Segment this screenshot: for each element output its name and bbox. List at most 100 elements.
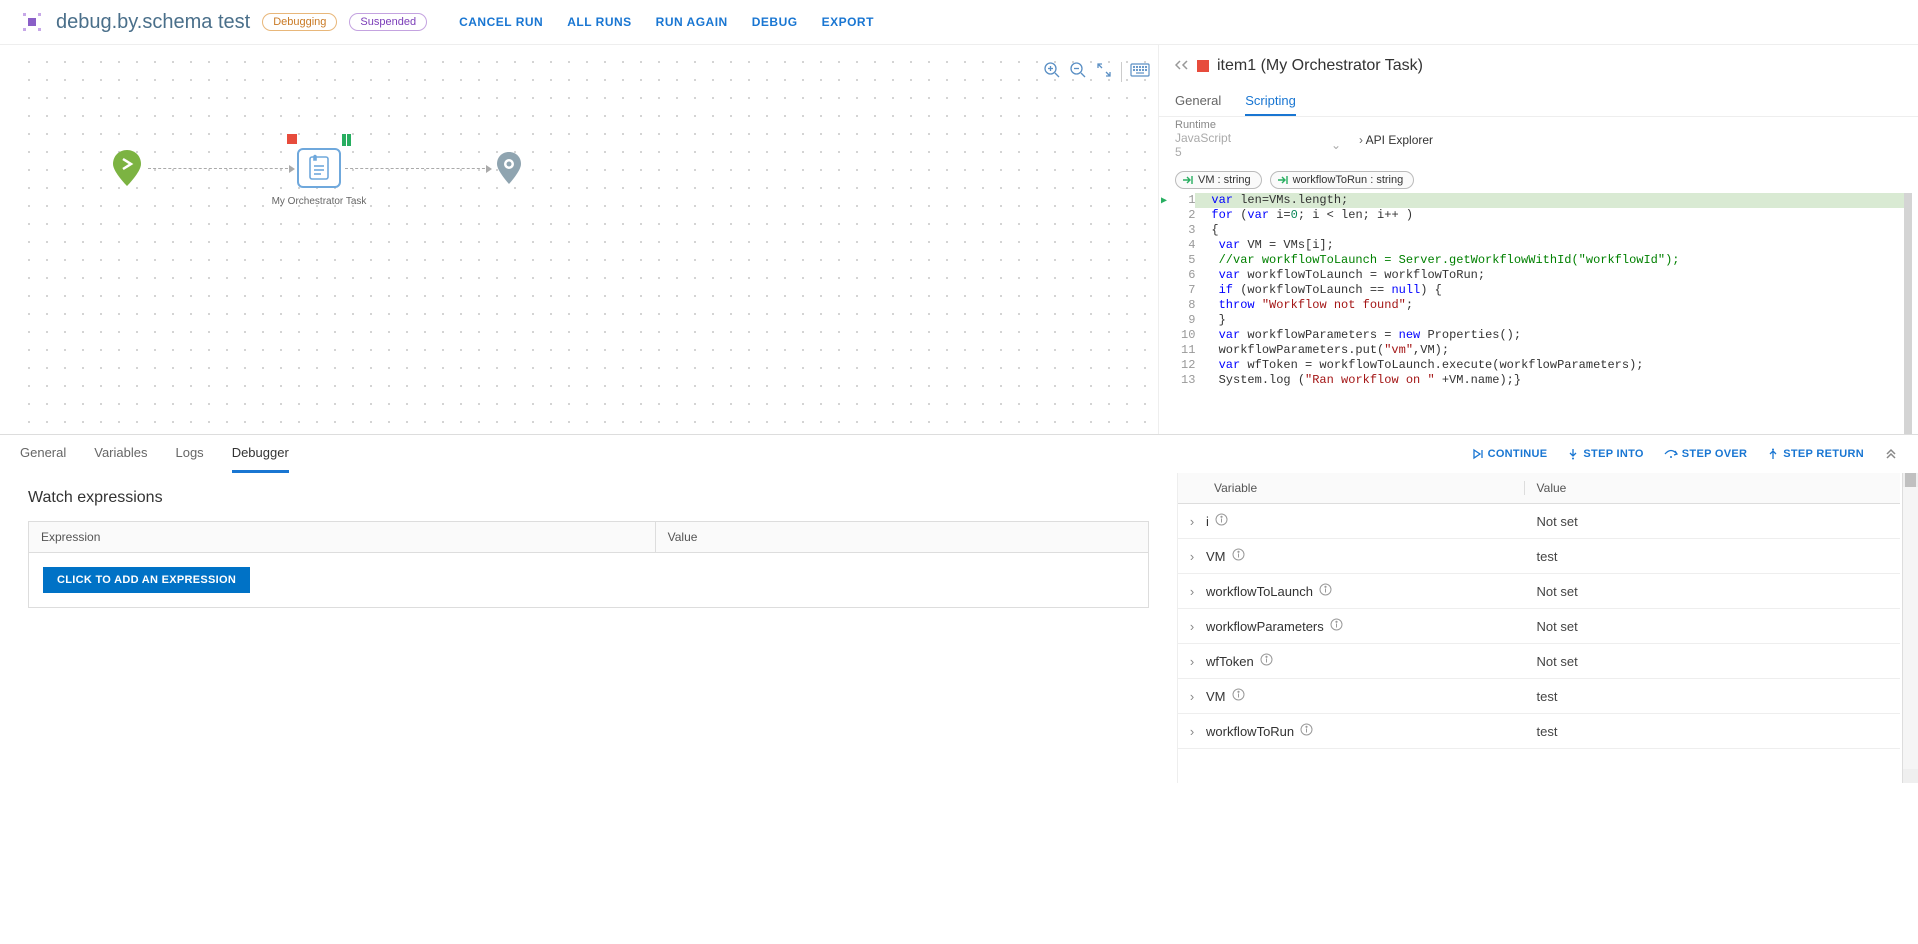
step-return-button[interactable]: STEP RETURN [1767,448,1864,460]
cancel-run-button[interactable]: CANCEL RUN [459,15,543,29]
run-again-button[interactable]: RUN AGAIN [656,15,728,29]
chevron-down-icon: ⌄ [1331,138,1341,152]
watch-panel: Watch expressions Expression Value CLICK… [0,473,1178,783]
stop-indicator-icon [1197,60,1209,72]
runtime-value: JavaScript 5 [1175,131,1231,159]
info-icon[interactable] [1232,688,1245,704]
step-over-button[interactable]: STEP OVER [1664,448,1747,460]
chevron-right-icon[interactable]: › [1178,549,1206,564]
step-into-button[interactable]: STEP INTO [1567,448,1643,460]
tab-general[interactable]: General [1175,87,1221,116]
watch-table: Expression Value CLICK TO ADD AN EXPRESS… [28,521,1149,608]
detail-header: item1 (My Orchestrator Task) [1159,45,1918,87]
current-line-icon: ▶ [1159,193,1173,207]
input-param-icon [1277,174,1289,186]
collapse-panel-icon[interactable] [1175,59,1189,74]
chevron-right-icon[interactable]: › [1178,654,1206,669]
bottom-tabs-bar: General Variables Logs Debugger CONTINUE… [0,434,1918,473]
workflow-connector [345,168,490,169]
workflow-diagram: My Orchestrator Task [110,148,524,188]
page-title: debug.by.schema test [56,11,250,34]
watch-table-body: CLICK TO ADD AN EXPRESSION [29,553,1148,607]
variable-row[interactable]: ›VM test [1178,679,1900,714]
tab-logs-bottom[interactable]: Logs [175,435,203,473]
variable-row[interactable]: ›workflowToLaunch Not set [1178,574,1900,609]
export-button[interactable]: EXPORT [822,15,874,29]
main-area: My Orchestrator Task item1 (My Orchestra… [0,44,1918,434]
scrollbar[interactable] [1902,473,1918,783]
workflow-start-node[interactable] [110,148,144,188]
variable-row[interactable]: ›workflowParameters Not set [1178,609,1900,644]
code-content[interactable]: var len=VMs.length; for (var i=0; i < le… [1203,193,1904,434]
variables-header: Variable Value [1178,473,1900,504]
param-chip-vm[interactable]: VM : string [1175,171,1262,189]
breakpoint-icon[interactable] [287,134,297,144]
scrollbar-thumb[interactable] [1905,473,1916,487]
tab-variables-bottom[interactable]: Variables [94,435,147,473]
workflow-task-node[interactable]: My Orchestrator Task [297,148,341,188]
tab-scripting[interactable]: Scripting [1245,87,1296,116]
detail-tabs: General Scripting [1159,87,1918,117]
code-editor[interactable]: ▶ 12345678910111213 var len=VMs.length; … [1159,193,1912,434]
variable-name: i [1206,513,1525,529]
vars-col-variable: Variable [1178,481,1525,495]
execution-gutter: ▶ [1159,193,1173,434]
variable-row[interactable]: ›wfToken Not set [1178,644,1900,679]
variable-value: test [1525,689,1900,704]
variable-value: Not set [1525,654,1900,669]
fit-screen-icon[interactable] [1095,61,1113,82]
info-icon[interactable] [1215,513,1228,529]
variable-name: VM [1206,548,1525,564]
expand-panel-icon[interactable] [1884,446,1898,463]
chevron-right-icon[interactable]: › [1178,619,1206,634]
watch-col-value: Value [656,522,1148,552]
info-icon[interactable] [1260,653,1273,669]
input-param-icon [1182,174,1194,186]
info-icon[interactable] [1300,723,1313,739]
variable-name: workflowParameters [1206,618,1525,634]
workflow-canvas[interactable]: My Orchestrator Task [20,53,1158,434]
add-expression-button[interactable]: CLICK TO ADD AN EXPRESSION [43,567,250,593]
app-icon [20,10,44,34]
variable-value: Not set [1525,619,1900,634]
detail-panel: item1 (My Orchestrator Task) General Scr… [1158,45,1918,434]
variable-name: VM [1206,688,1525,704]
variable-row[interactable]: ›VM test [1178,539,1900,574]
variable-value: Not set [1525,514,1900,529]
chevron-right-icon[interactable]: › [1178,689,1206,704]
chevron-right-icon[interactable]: › [1178,724,1206,739]
keyboard-icon[interactable] [1130,63,1150,80]
chevron-right-icon[interactable]: › [1178,514,1206,529]
running-indicator-icon [342,134,351,146]
info-icon[interactable] [1232,548,1245,564]
info-icon[interactable] [1330,618,1343,634]
variable-name: workflowToRun [1206,723,1525,739]
param-chip-workflow[interactable]: workflowToRun : string [1270,171,1415,189]
bottom-content: Watch expressions Expression Value CLICK… [0,473,1918,783]
workflow-task-label: My Orchestrator Task [272,196,367,207]
tab-debugger-bottom[interactable]: Debugger [232,435,289,473]
variable-row[interactable]: ›workflowToRun test [1178,714,1900,749]
tab-general-bottom[interactable]: General [20,435,66,473]
debug-button[interactable]: DEBUG [752,15,798,29]
vars-col-value: Value [1525,481,1900,495]
line-numbers: 12345678910111213 [1173,193,1203,434]
all-runs-button[interactable]: ALL RUNS [567,15,631,29]
variable-value: Not set [1525,584,1900,599]
canvas-toolbar [1043,61,1150,82]
scrollbar-track [1903,487,1918,769]
api-explorer-link[interactable]: › API Explorer [1359,133,1433,147]
watch-table-header: Expression Value [29,522,1148,553]
debug-actions: CONTINUE STEP INTO STEP OVER STEP RETURN [1472,446,1898,463]
variable-row[interactable]: ›i Not set [1178,504,1900,539]
workflow-end-node[interactable] [494,150,524,186]
parameter-chips: VM : string workflowToRun : string [1159,167,1918,193]
zoom-in-icon[interactable] [1043,61,1061,82]
step-return-icon [1767,448,1779,460]
zoom-out-icon[interactable] [1069,61,1087,82]
chevron-right-icon[interactable]: › [1178,584,1206,599]
variable-name: wfToken [1206,653,1525,669]
step-into-icon [1567,448,1579,460]
info-icon[interactable] [1319,583,1332,599]
continue-button[interactable]: CONTINUE [1472,448,1548,460]
